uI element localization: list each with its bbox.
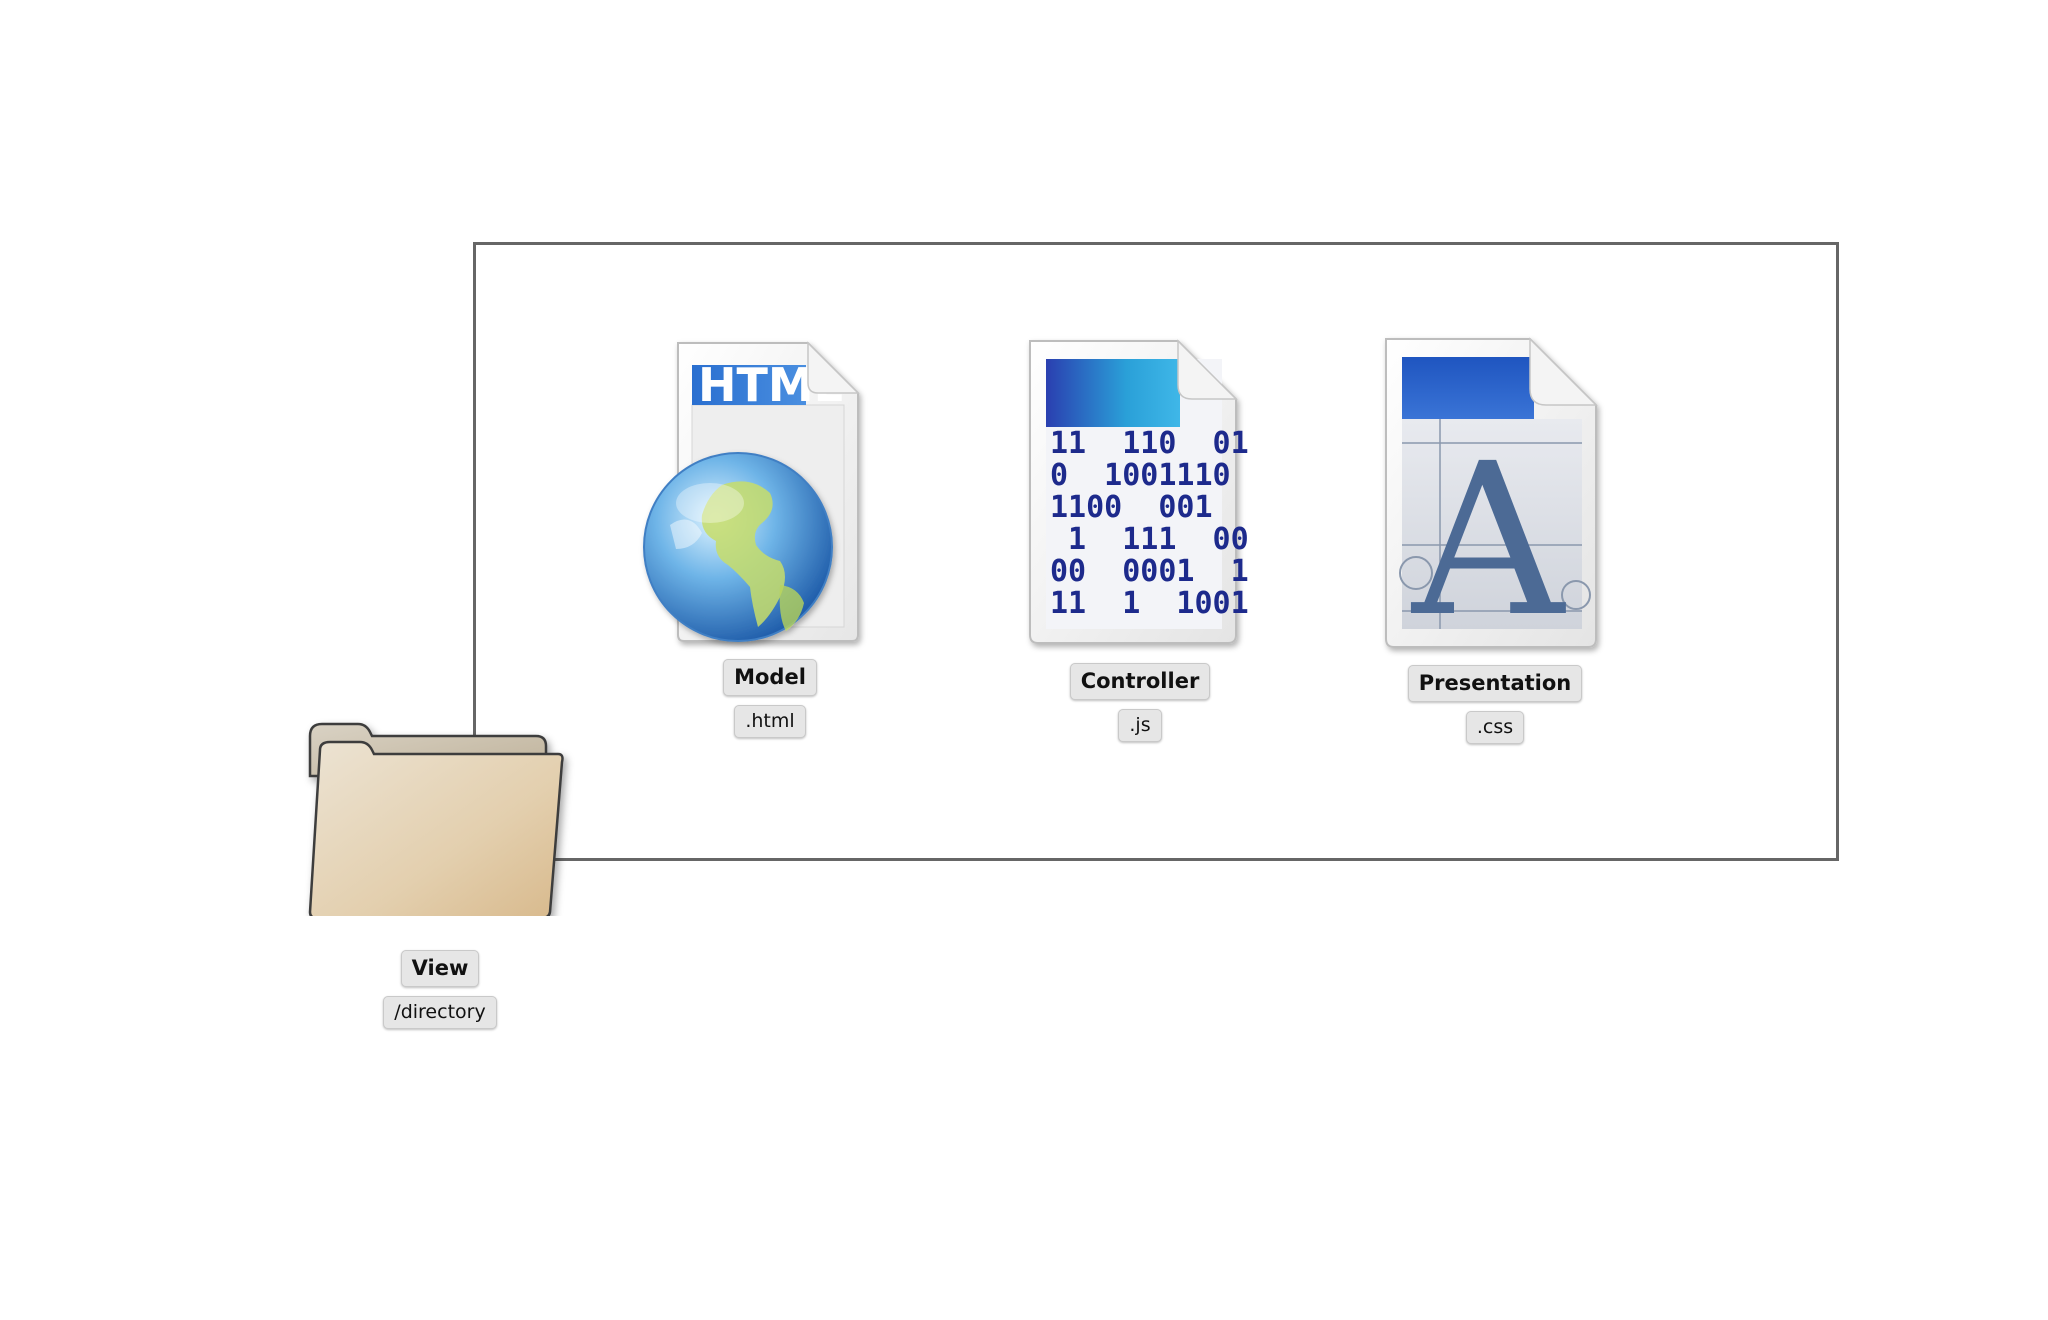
model-extension: .html	[734, 705, 806, 738]
controller-extension: .js	[1118, 709, 1162, 742]
controller-label: Controller	[1069, 663, 1211, 700]
presentation-label: Presentation	[1407, 665, 1583, 702]
svg-text:11 110 01: 11 110 01	[1050, 426, 1249, 461]
svg-text:1100 001: 1100 001	[1050, 490, 1213, 525]
presentation-extension: .css	[1465, 711, 1525, 744]
svg-text:11 1 1001: 11 1 1001	[1050, 586, 1249, 621]
view-sublabel: /directory	[383, 996, 497, 1029]
binary-file-icon: 11 110 01 0 1001110 1100 001 1 111 00 00…	[1020, 335, 1260, 653]
svg-text:1 111 00: 1 111 00	[1050, 522, 1249, 557]
svg-text:00 0001 1: 00 0001 1	[1050, 554, 1249, 589]
presentation-node[interactable]: A Presentation .css	[1370, 333, 1620, 744]
view-node[interactable]: View /directory	[300, 716, 580, 1029]
binary-code-text: 11 110 01 0 1001110 1100 001 1 111 00 00…	[1050, 426, 1249, 621]
model-node[interactable]: HTML Model .html	[630, 335, 910, 738]
html-file-icon: HTML	[630, 335, 910, 653]
controller-node[interactable]: 11 110 01 0 1001110 1100 001 1 111 00 00…	[1020, 335, 1260, 742]
view-label: View	[400, 950, 480, 987]
diagram-canvas: HTML Model .html 11 110 01 0 1001110 110…	[0, 0, 2048, 1320]
font-glyph-a: A	[1410, 418, 1566, 657]
svg-text:0 1001110: 0 1001110	[1050, 458, 1231, 493]
model-label: Model	[723, 659, 817, 696]
folder-icon	[300, 716, 580, 920]
font-file-icon: A	[1370, 333, 1620, 663]
